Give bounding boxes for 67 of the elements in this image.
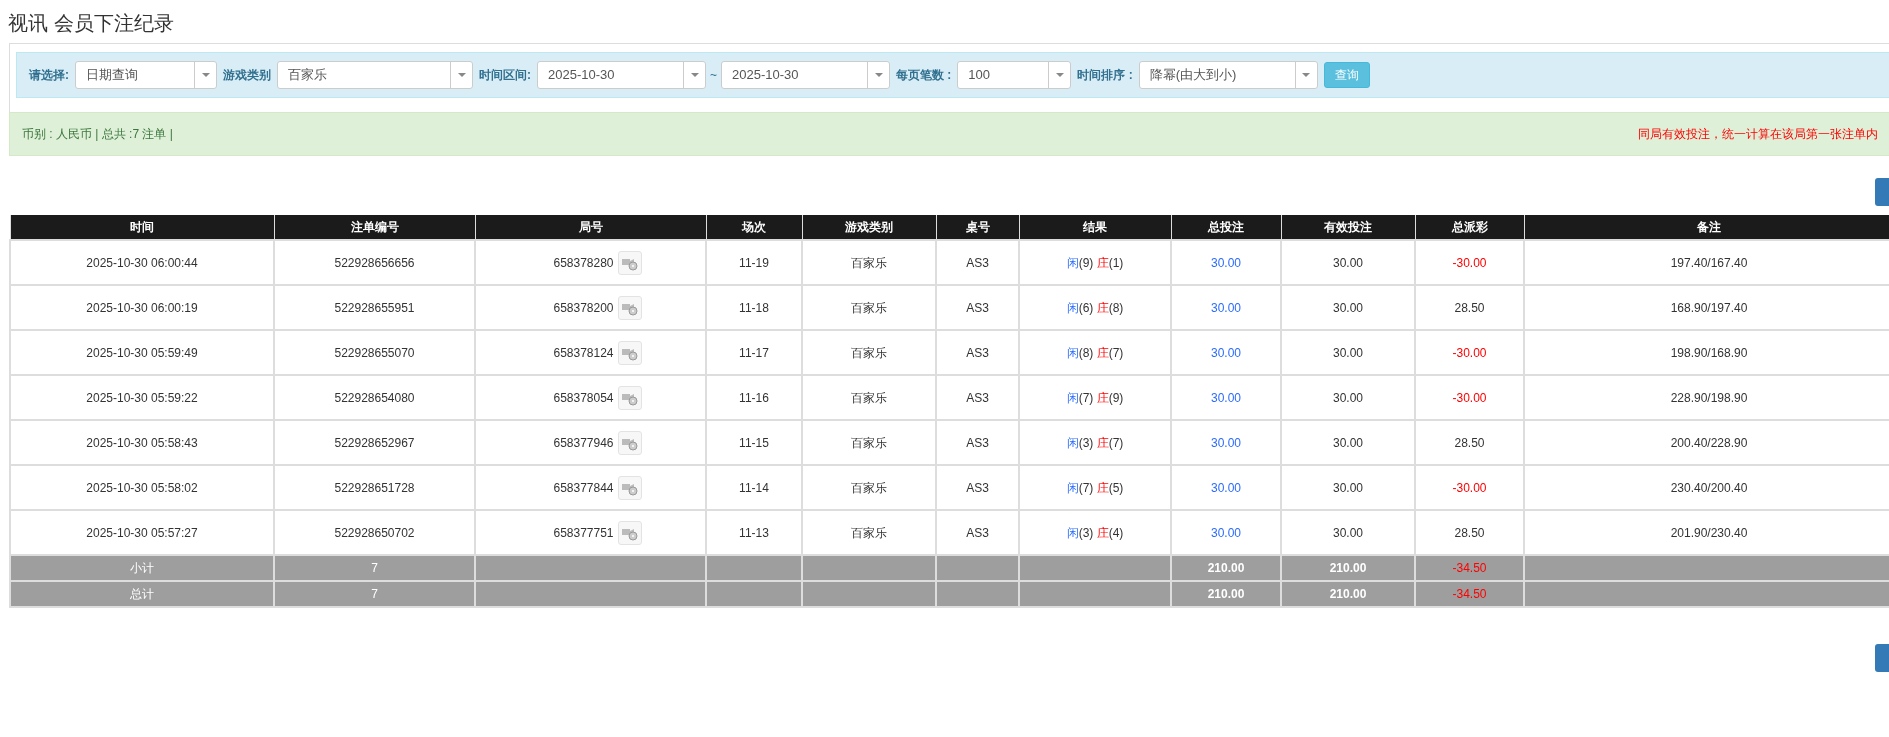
player-result: 闲(7): [1066, 480, 1094, 495]
replay-button[interactable]: [617, 475, 642, 500]
player-result: 闲(3): [1066, 435, 1094, 450]
filter-label: 请选择:: [28, 67, 70, 84]
column-header: 结果: [1019, 215, 1171, 240]
caret-icon: [1055, 73, 1064, 77]
column-header: 桌号: [936, 215, 1019, 240]
round-number: 658378054: [553, 389, 614, 407]
column-header: 总派彩: [1415, 215, 1524, 240]
table-cell: -34.50: [1415, 581, 1524, 607]
replay-button[interactable]: [617, 295, 642, 320]
filter-label: 时间排序 :: [1076, 67, 1134, 84]
round-number: 658378124: [553, 344, 614, 362]
select-field[interactable]: 降幂(由大到小): [1138, 61, 1318, 89]
select-field[interactable]: 2025-10-30: [537, 61, 706, 89]
replay-button[interactable]: [617, 430, 642, 455]
banker-result: 庄(5): [1096, 480, 1124, 495]
select-field[interactable]: 2025-10-30: [721, 61, 890, 89]
filter-label: 时间区间:: [478, 67, 532, 84]
select-field[interactable]: 日期查询: [75, 61, 217, 89]
caret-icon: [1302, 73, 1311, 77]
replay-button[interactable]: [617, 250, 642, 275]
column-header: 备注: [1524, 215, 1889, 240]
range-separator: ~: [710, 67, 717, 84]
filter-label: 游戏类别: [222, 67, 272, 84]
player-result: 闲(8): [1066, 345, 1094, 360]
column-header: 有效投注: [1281, 215, 1415, 240]
table-cell: 2025-10-30 06:00:44: [10, 240, 274, 285]
select-field[interactable]: 百家乐: [277, 61, 473, 89]
banker-result: 庄(1): [1096, 255, 1124, 270]
table-cell: 总计: [10, 581, 274, 607]
replay-button[interactable]: [617, 340, 642, 365]
player-result: 闲(7): [1066, 390, 1094, 405]
banker-result: 庄(7): [1096, 345, 1124, 360]
player-result: 闲(9): [1066, 255, 1094, 270]
replay-button[interactable]: [617, 520, 642, 545]
player-result: 闲(3): [1066, 525, 1094, 540]
player-result: 闲(6): [1066, 300, 1094, 315]
banker-result: 庄(9): [1096, 390, 1124, 405]
round-number: 658377751: [553, 524, 614, 542]
round-number: 658377946: [553, 434, 614, 452]
caret-icon: [874, 73, 883, 77]
column-header: 场次: [706, 215, 802, 240]
filter-label: 每页笔数 :: [895, 67, 953, 84]
select-field[interactable]: 100: [957, 61, 1072, 89]
column-header: 局号: [475, 215, 706, 240]
caret-icon: [201, 73, 210, 77]
column-header: 总投注: [1171, 215, 1281, 240]
page-title: 视讯 会员下注纪录: [8, 11, 174, 36]
column-header: 时间: [10, 215, 274, 240]
summary-text: 币别 : 人民币 | 总共 :7 注单 |: [22, 126, 173, 143]
caret-icon: [690, 73, 699, 77]
round-number: 658378200: [553, 299, 614, 317]
table-cell: 210.00: [1281, 581, 1415, 607]
banker-result: 庄(8): [1096, 300, 1124, 315]
round-number: 658378280: [553, 254, 614, 272]
table-cell: 522928656656: [274, 240, 475, 285]
column-header: 游戏类别: [802, 215, 936, 240]
table-cell: 7: [274, 581, 475, 607]
column-header: 注单编号: [274, 215, 475, 240]
notice-text: 同局有效投注，统一计算在该局第一张注单内: [1638, 126, 1878, 143]
banker-result: 庄(7): [1096, 435, 1124, 450]
round-number: 658377844: [553, 479, 614, 497]
replay-button[interactable]: [617, 385, 642, 410]
caret-icon: [457, 73, 466, 77]
table-cell: 210.00: [1171, 581, 1281, 607]
banker-result: 庄(4): [1096, 525, 1124, 540]
